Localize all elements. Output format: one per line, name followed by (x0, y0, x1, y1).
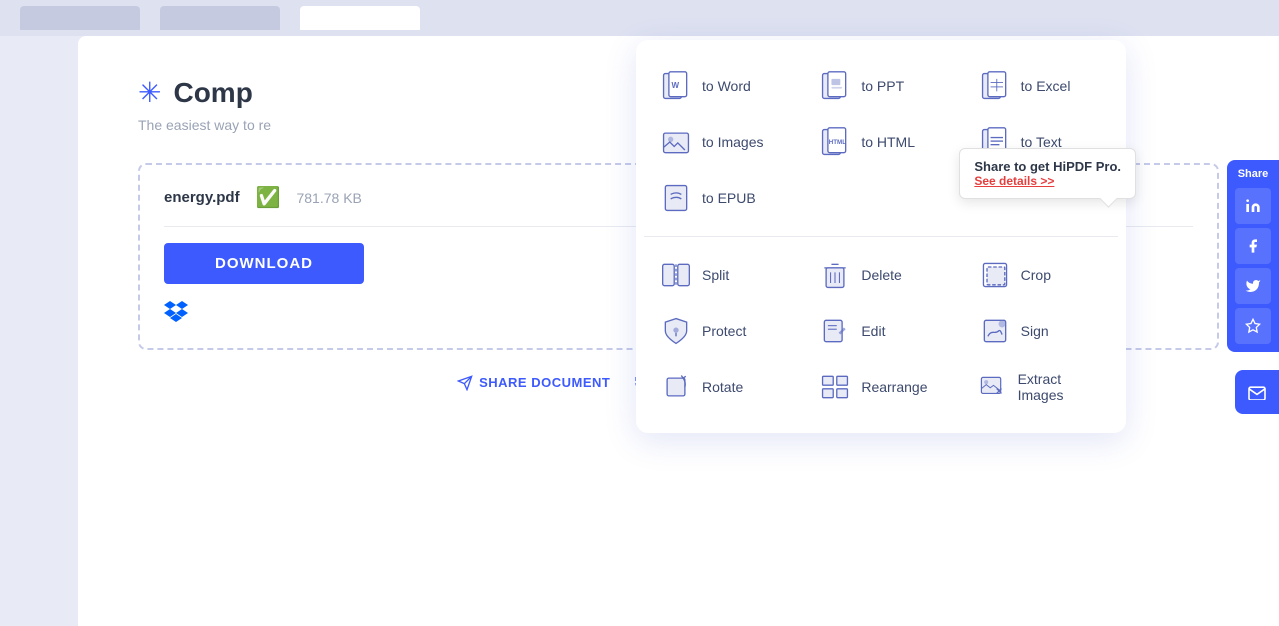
menu-item-label: to Word (702, 78, 751, 94)
menu-item-label: to PPT (861, 78, 904, 94)
menu-item-label: Edit (861, 323, 885, 339)
download-button[interactable]: DOWNLOAD (164, 243, 364, 284)
file-name: energy.pdf (164, 189, 240, 206)
email-button[interactable] (1235, 370, 1279, 414)
twitter-share-button[interactable] (1235, 268, 1271, 304)
menu-item-label: Sign (1021, 323, 1049, 339)
tooltip-link[interactable]: See details >> (974, 174, 1121, 188)
menu-item-label: Delete (861, 267, 901, 283)
menu-item-crop[interactable]: Crop (963, 249, 1118, 301)
menu-item-split[interactable]: Split (644, 249, 799, 301)
share-document-button[interactable]: SHARE DOCUMENT (457, 375, 610, 391)
browser-tab[interactable] (160, 6, 280, 30)
browser-tab-bar (0, 0, 1279, 36)
menu-item-label: Protect (702, 323, 746, 339)
tools-section: Split Delete Crop (644, 236, 1118, 417)
svg-text:HTML: HTML (829, 139, 846, 146)
share-sidebar: Share (1227, 160, 1279, 352)
menu-item-label: to Images (702, 134, 763, 150)
share-label: Share (1238, 168, 1269, 180)
menu-item-to-epub[interactable]: to EPUB (644, 172, 799, 224)
browser-tab-active[interactable] (300, 6, 420, 30)
menu-item-rotate[interactable]: Rotate (644, 361, 799, 413)
menu-item-extract-images[interactable]: Extract Images (963, 361, 1118, 413)
menu-item-label: Rearrange (861, 379, 927, 395)
menu-item-label: Crop (1021, 267, 1051, 283)
menu-item-sign[interactable]: Sign (963, 305, 1118, 357)
snowflake-icon: ✳ (138, 76, 161, 109)
facebook-share-button[interactable] (1235, 228, 1271, 264)
dropbox-icon (164, 300, 188, 328)
menu-item-to-ppt[interactable]: to PPT (803, 60, 958, 112)
menu-item-label: Extract Images (1018, 371, 1102, 403)
menu-item-to-html[interactable]: HTML to HTML (803, 116, 958, 168)
svg-text:W: W (672, 81, 680, 90)
star-share-button[interactable] (1235, 308, 1271, 344)
file-size: 781.78 KB (296, 190, 361, 206)
linkedin-share-button[interactable] (1235, 188, 1271, 224)
menu-item-label: to Excel (1021, 78, 1071, 94)
menu-item-protect[interactable]: Protect (644, 305, 799, 357)
menu-item-label: Split (702, 267, 729, 283)
file-success-icon: ✅ (256, 185, 281, 210)
menu-item-label: to HTML (861, 134, 915, 150)
menu-item-to-images[interactable]: to Images (644, 116, 799, 168)
menu-item-to-word[interactable]: W to Word (644, 60, 799, 112)
menu-item-label: to EPUB (702, 190, 756, 206)
browser-tab[interactable] (20, 6, 140, 30)
menu-item-rearrange[interactable]: Rearrange (803, 361, 958, 413)
menu-item-edit[interactable]: Edit (803, 305, 958, 357)
menu-item-label: Rotate (702, 379, 743, 395)
menu-item-delete[interactable]: Delete (803, 249, 958, 301)
convert-section: W to Word to PPT to Excel (644, 56, 1118, 228)
tooltip-title: Share to get HiPDF Pro. (974, 159, 1121, 174)
dropdown-menu: W to Word to PPT to Excel (636, 40, 1126, 433)
page-title: Comp (173, 77, 252, 109)
pro-tooltip: Share to get HiPDF Pro. See details >> (959, 148, 1136, 199)
menu-item-to-excel[interactable]: to Excel (963, 60, 1118, 112)
